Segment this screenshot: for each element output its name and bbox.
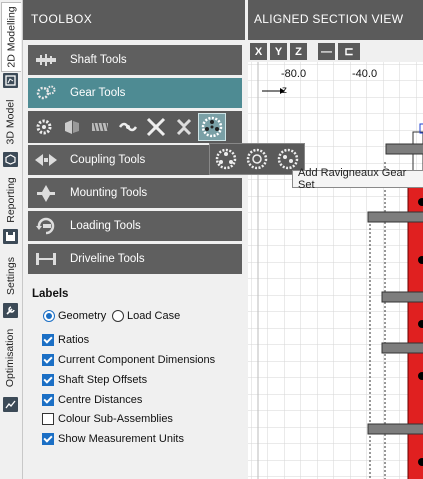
view-x-button[interactable]: X — [250, 43, 267, 60]
tooltip: Add Ravigneaux Gear Set — [292, 167, 423, 191]
tab-label: Reporting — [4, 177, 17, 223]
tab-label: Optimisation — [4, 328, 17, 388]
tool-label: Mounting Tools — [70, 187, 148, 199]
show-measurement-units-checkbox[interactable]: Show Measurement Units — [42, 433, 184, 445]
radio-unselected[interactable] — [112, 310, 124, 322]
checkbox-label: Shaft Step Offsets — [58, 374, 148, 386]
component-dimensions-checkbox[interactable]: Current Component Dimensions — [42, 354, 215, 366]
checkbox-label: Current Component Dimensions — [58, 354, 216, 366]
aligned-section-view: ALIGNED SECTION VIEW X Y Z — ⊏ -80.0 -40… — [248, 0, 423, 479]
checkbox-label: Ratios — [58, 334, 90, 346]
chart-icon[interactable] — [3, 397, 18, 412]
tab-label: 3D Model — [4, 99, 17, 145]
gear-subtool-bar — [28, 111, 242, 143]
view-line-button[interactable]: — — [318, 43, 335, 60]
tab-settings[interactable]: Settings — [1, 252, 20, 300]
tool-label: Gear Tools — [70, 87, 126, 99]
radio-label: Geometry — [58, 310, 107, 322]
mounting-tools-icon — [34, 183, 58, 203]
ratios-checkbox[interactable]: Ratios — [42, 334, 89, 346]
mounting-tools-button[interactable]: Mounting Tools — [28, 178, 242, 208]
tab-reporting[interactable]: Reporting — [1, 174, 20, 226]
coupling-tools-icon — [34, 150, 58, 170]
checkbox[interactable] — [42, 413, 54, 425]
labels-panel: Labels Geometry Load Case Ratios Current… — [23, 282, 245, 479]
component[interactable] — [367, 211, 423, 223]
side-tab-strip: 2D Modelling 3D Model Reporting Settings… — [0, 0, 23, 479]
component[interactable] — [381, 291, 423, 303]
tool-label: Loading Tools — [70, 220, 141, 232]
checkbox-label: Show Measurement Units — [58, 433, 184, 445]
axis-tick-label: -40.0 — [352, 68, 378, 80]
tab-label: 2D Modelling — [5, 6, 18, 68]
spiral-gear-icon[interactable] — [115, 114, 141, 140]
model-2d-icon[interactable] — [3, 73, 18, 88]
tool-label: Driveline Tools — [70, 253, 145, 265]
radio-label: Load Case — [127, 310, 181, 322]
ravigneaux-gear-icon[interactable] — [198, 113, 226, 141]
component[interactable] — [385, 143, 423, 155]
loading-tools-button[interactable]: Loading Tools — [28, 211, 242, 241]
load-case-radio[interactable]: Load Case — [112, 310, 180, 322]
checkbox-label: Colour Sub-Assemblies — [58, 413, 173, 425]
loading-tools-icon — [34, 216, 58, 236]
driveline-tools-button[interactable]: Driveline Tools — [28, 244, 242, 274]
checkbox[interactable] — [42, 334, 54, 346]
colour-sub-assemblies-checkbox[interactable]: Colour Sub-Assemblies — [42, 413, 173, 425]
geometry-radio[interactable]: Geometry — [43, 310, 106, 322]
cylindrical-gear-icon[interactable] — [31, 114, 57, 140]
view-title: ALIGNED SECTION VIEW — [248, 0, 423, 40]
tab-label: Settings — [4, 257, 17, 295]
checkbox-label: Centre Distances — [58, 394, 143, 406]
shaft-tools-button[interactable]: Shaft Tools — [28, 45, 242, 75]
gear-tools-button[interactable]: Gear Tools — [28, 78, 242, 108]
tool-label: Coupling Tools — [70, 154, 146, 166]
tab-optimisation[interactable]: Optimisation — [1, 326, 20, 390]
view-y-button[interactable]: Y — [270, 43, 287, 60]
tab-2d-modelling[interactable]: 2D Modelling — [1, 2, 21, 72]
wrench-icon[interactable] — [3, 303, 18, 318]
gear-tools-icon — [34, 83, 58, 103]
planetary-gear-icon[interactable] — [143, 114, 169, 140]
compound-planetary-icon[interactable] — [244, 146, 270, 172]
gear-set-popup — [209, 143, 305, 175]
checkbox[interactable] — [42, 354, 54, 366]
checkbox[interactable] — [42, 433, 54, 445]
view-toolbar: X Y Z — ⊏ — [248, 40, 423, 62]
ravigneaux-gear-set-icon[interactable] — [213, 146, 239, 172]
shaft-step-offsets-checkbox[interactable]: Shaft Step Offsets — [42, 374, 147, 386]
toolbox-title: TOOLBOX — [23, 0, 245, 40]
worm-gear-icon[interactable] — [87, 114, 113, 140]
model-3d-icon[interactable] — [3, 152, 18, 167]
planetary-set-icon[interactable] — [171, 114, 197, 140]
axis-tick-label: -80.0 — [281, 68, 307, 80]
component[interactable] — [367, 423, 423, 435]
grid — [248, 62, 423, 479]
view-bracket-button[interactable]: ⊏ — [338, 43, 360, 60]
checkbox[interactable] — [42, 374, 54, 386]
centre-distances-checkbox[interactable]: Centre Distances — [42, 394, 142, 406]
view-z-button[interactable]: Z — [290, 43, 307, 60]
labels-title: Labels — [32, 288, 69, 300]
save-icon[interactable] — [3, 229, 18, 244]
bevel-gear-icon[interactable] — [59, 114, 85, 140]
section-canvas[interactable] — [248, 62, 423, 479]
radio-selected[interactable] — [43, 310, 55, 322]
component[interactable] — [381, 342, 423, 354]
driveline-tools-icon — [34, 249, 58, 269]
axis-label: z — [282, 85, 287, 96]
shaft-tools-icon — [34, 50, 58, 70]
tool-label: Shaft Tools — [70, 54, 127, 66]
checkbox[interactable] — [42, 394, 54, 406]
tab-3d-model[interactable]: 3D Model — [1, 96, 20, 148]
